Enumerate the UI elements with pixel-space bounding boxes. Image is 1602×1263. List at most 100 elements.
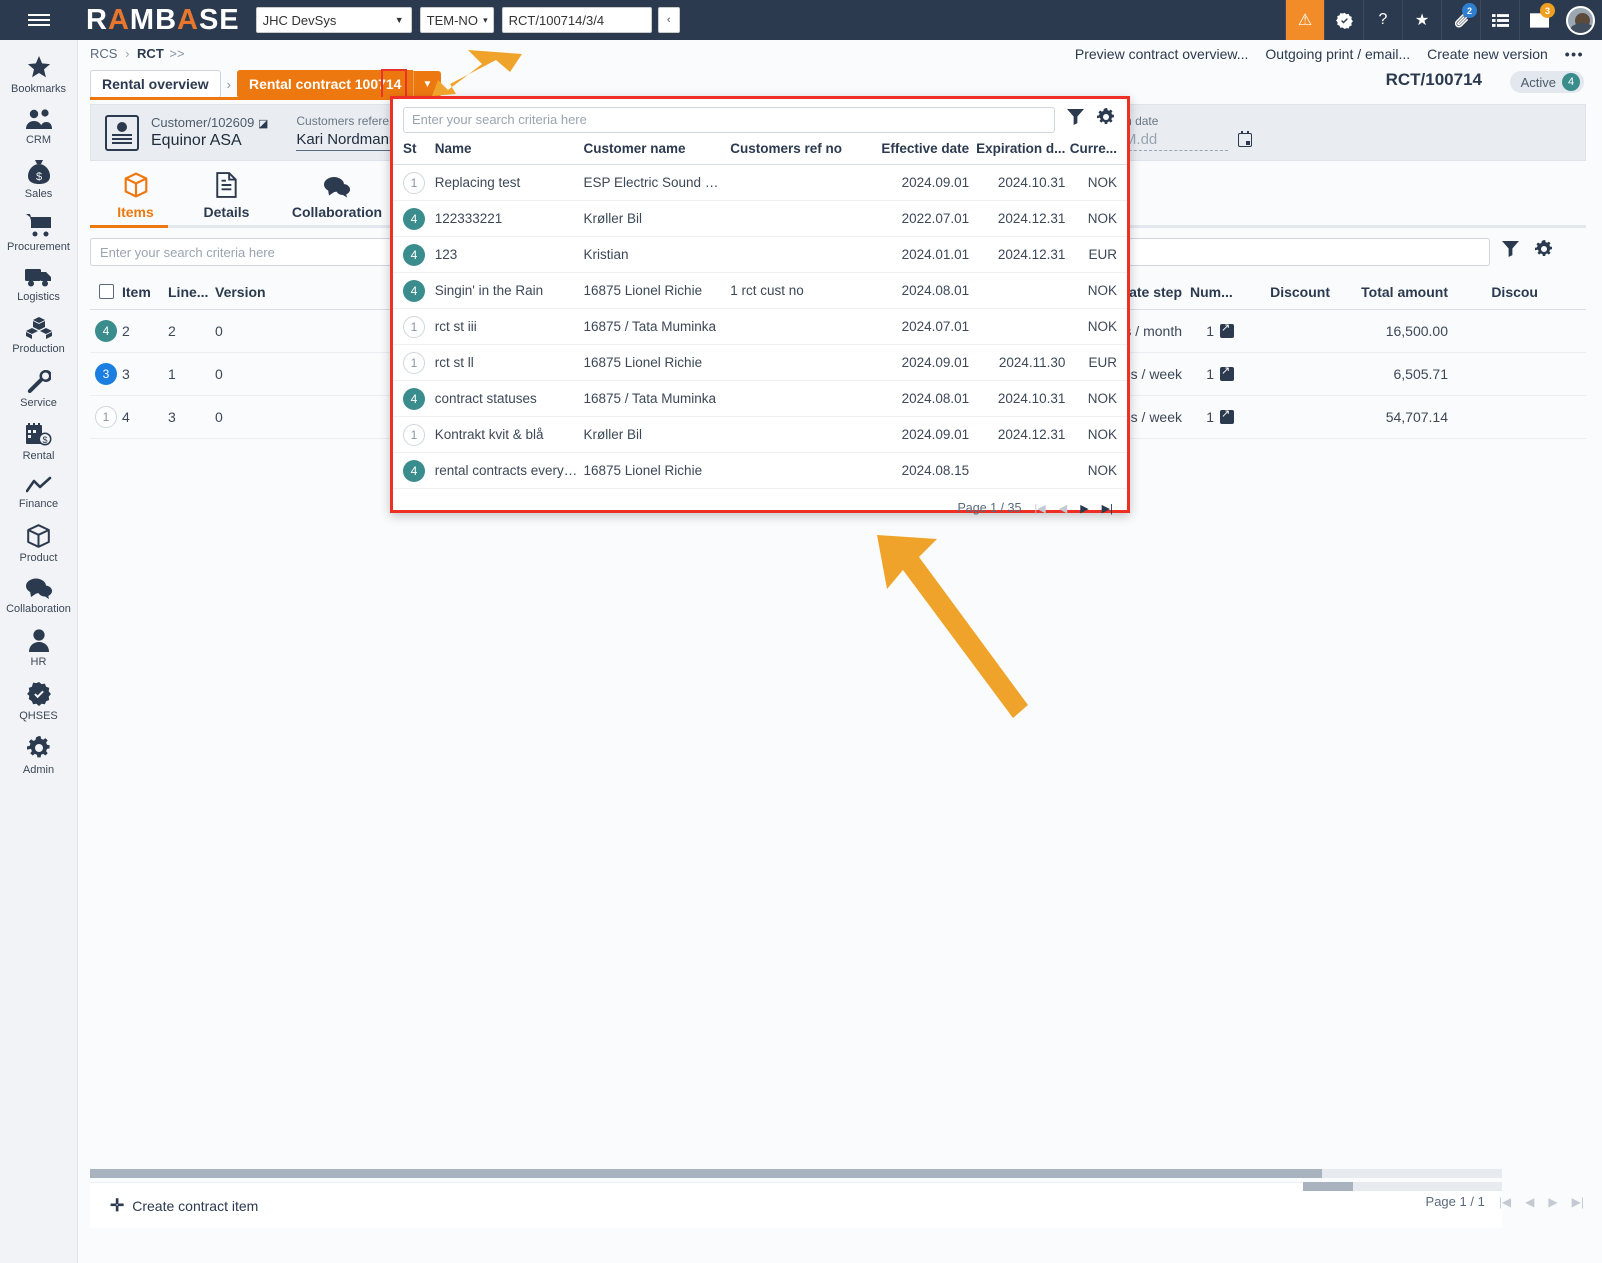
col-customers-ref-no[interactable]: Customers ref no xyxy=(730,141,877,156)
sidebar-item-collaboration[interactable]: Collaboration xyxy=(0,570,78,621)
create-new-version-action[interactable]: Create new version xyxy=(1427,46,1548,62)
pager-scrollbar[interactable] xyxy=(1303,1182,1502,1191)
list-item[interactable]: 4 rental contracts everyw... 16875 Lione… xyxy=(393,453,1127,489)
cell-effective: 2024.08.15 xyxy=(877,463,973,478)
next-page-button[interactable]: ▶ xyxy=(1080,502,1088,515)
col-num[interactable]: Num... xyxy=(1190,284,1220,300)
star-icon xyxy=(27,56,51,79)
tab-dropdown-caret-icon[interactable]: ▼ xyxy=(413,71,441,97)
sidebar-item-logistics[interactable]: Logistics xyxy=(0,259,78,309)
favorite-icon[interactable]: ★ xyxy=(1402,0,1441,40)
filter-icon[interactable] xyxy=(1067,109,1084,130)
sidebar-item-bookmarks[interactable]: Bookmarks xyxy=(0,48,78,101)
sidebar-item-hr[interactable]: HR xyxy=(0,621,78,674)
list-item[interactable]: 4 122333221 Krøller Bil 2022.07.01 2024.… xyxy=(393,201,1127,237)
col-customer-name[interactable]: Customer name xyxy=(583,141,730,156)
list-item[interactable]: 4 Singin' in the Rain 16875 Lionel Richi… xyxy=(393,273,1127,309)
calendar-icon[interactable] xyxy=(1238,133,1252,147)
bottom-bar: ✛ Create contract item xyxy=(90,1182,1502,1228)
breadcrumb-rcs[interactable]: RCS xyxy=(90,46,117,61)
cell-line: 1 xyxy=(168,366,215,382)
col-st[interactable]: St xyxy=(403,141,435,156)
tab-collaboration[interactable]: Collaboration xyxy=(272,176,402,226)
prev-page-button[interactable]: ◀ xyxy=(1059,502,1067,515)
create-contract-item-button[interactable]: ✛ Create contract item xyxy=(110,1196,258,1216)
row-status: 3 xyxy=(90,363,122,385)
help-icon[interactable]: ? xyxy=(1363,0,1402,40)
document-id-input[interactable]: RCT/100714/3/4 xyxy=(502,7,652,33)
list-item[interactable]: 4 contract statuses 16875 / Tata Muminka… xyxy=(393,381,1127,417)
filter-icon[interactable] xyxy=(1502,241,1519,262)
avatar[interactable] xyxy=(1558,0,1602,40)
sidebar-item-product[interactable]: Product xyxy=(0,516,78,570)
sidebar-item-sales[interactable]: $ Sales xyxy=(0,152,78,206)
chart-line-icon xyxy=(26,476,52,494)
col-currency[interactable]: Curre... xyxy=(1069,141,1117,156)
list-item[interactable]: 1 rct st iii 16875 / Tata Muminka 2024.0… xyxy=(393,309,1127,345)
select-all-checkbox[interactable] xyxy=(90,284,122,299)
col-total-amount[interactable]: Total amount xyxy=(1338,284,1456,300)
sidebar-item-finance[interactable]: Finance xyxy=(0,468,78,516)
list-item[interactable]: 1 Kontrakt kvit & blå Krøller Bil 2024.0… xyxy=(393,417,1127,453)
money-bag-icon: $ xyxy=(28,160,50,184)
col-effective-date[interactable]: Effective date xyxy=(877,141,973,156)
row-external-link-icon[interactable] xyxy=(1220,366,1246,382)
col-expiration-date[interactable]: Expiration d... xyxy=(973,141,1069,156)
menu-hamburger-icon[interactable] xyxy=(0,0,78,40)
dropdown-search-input[interactable]: Enter your search criteria here xyxy=(403,107,1055,133)
tab-rental-overview[interactable]: Rental overview xyxy=(90,70,221,98)
tab-rental-contract-100714[interactable]: Rental contract 100714 xyxy=(237,70,414,98)
outgoing-print-email-action[interactable]: Outgoing print / email... xyxy=(1265,46,1410,62)
first-page-button[interactable]: |◀ xyxy=(1499,1195,1511,1209)
rental-calendar-icon: $ xyxy=(26,423,52,446)
mail-icon[interactable]: 3 xyxy=(1519,0,1558,40)
approval-icon[interactable] xyxy=(1324,0,1363,40)
tab-items[interactable]: Items xyxy=(90,172,181,226)
breadcrumb-more[interactable]: >> xyxy=(169,46,184,61)
scrollbar-thumb[interactable] xyxy=(1303,1182,1353,1191)
gear-icon[interactable] xyxy=(1535,240,1553,263)
external-link-icon[interactable]: ◪ xyxy=(258,118,268,130)
more-actions-icon[interactable]: ••• xyxy=(1565,46,1584,62)
sidebar-item-production[interactable]: Production xyxy=(0,309,78,361)
tab-details[interactable]: Details xyxy=(181,172,272,226)
attachment-icon[interactable]: 2 xyxy=(1441,0,1480,40)
sidebar-item-admin[interactable]: Admin xyxy=(0,728,78,782)
first-page-button[interactable]: |◀ xyxy=(1034,502,1045,515)
col-discount[interactable]: Discount xyxy=(1246,284,1338,300)
col-item[interactable]: Item xyxy=(122,284,168,300)
next-page-button[interactable]: ▶ xyxy=(1548,1195,1557,1209)
prev-page-button[interactable]: ◀ xyxy=(1525,1195,1534,1209)
template-select[interactable]: TEM-NO ▾ xyxy=(420,7,494,33)
row-external-link-icon[interactable] xyxy=(1220,323,1246,339)
col-line[interactable]: Line... xyxy=(168,284,215,300)
sidebar-item-crm[interactable]: CRM xyxy=(0,101,78,152)
sidebar-item-service[interactable]: Service xyxy=(0,361,78,415)
alert-icon[interactable]: ⚠ xyxy=(1285,0,1324,40)
tab-label: Items xyxy=(117,204,154,220)
scrollbar-thumb[interactable] xyxy=(90,1169,1322,1178)
col-name[interactable]: Name xyxy=(435,141,584,156)
last-page-button[interactable]: ▶| xyxy=(1102,502,1113,515)
collapse-button[interactable]: ‹ xyxy=(658,7,680,33)
sidebar-item-rental[interactable]: $ Rental xyxy=(0,415,78,468)
list-item[interactable]: 1 Replacing test ESP Electric Sound Pro.… xyxy=(393,165,1127,201)
sidebar-item-procurement[interactable]: Procurement xyxy=(0,206,78,259)
gear-icon[interactable] xyxy=(1097,108,1115,131)
sidebar-item-qhses[interactable]: QHSES xyxy=(0,674,78,728)
customer-ref-label[interactable]: Customer/102609 xyxy=(151,115,254,130)
list-item[interactable]: 1 rct st ll 16875 Lionel Richie 2024.09.… xyxy=(393,345,1127,381)
cell-num: 1 xyxy=(1190,323,1220,339)
row-status: 1 xyxy=(90,406,122,428)
list-item[interactable]: 4 123 Kristian 2024.01.01 2024.12.31 EUR xyxy=(393,237,1127,273)
col-discount2[interactable]: Discou xyxy=(1456,284,1546,300)
last-page-button[interactable]: ▶| xyxy=(1572,1195,1584,1209)
preview-contract-overview-action[interactable]: Preview contract overview... xyxy=(1075,46,1249,62)
row-external-link-icon[interactable] xyxy=(1220,409,1246,425)
breadcrumb-rct[interactable]: RCT xyxy=(137,46,164,61)
horizontal-scrollbar[interactable] xyxy=(90,1169,1502,1178)
cell-name: contract statuses xyxy=(435,391,584,406)
company-select[interactable]: JHC DevSys ▼ xyxy=(256,7,412,33)
tasklist-icon[interactable] xyxy=(1480,0,1519,40)
create-contract-item-label: Create contract item xyxy=(132,1198,258,1214)
